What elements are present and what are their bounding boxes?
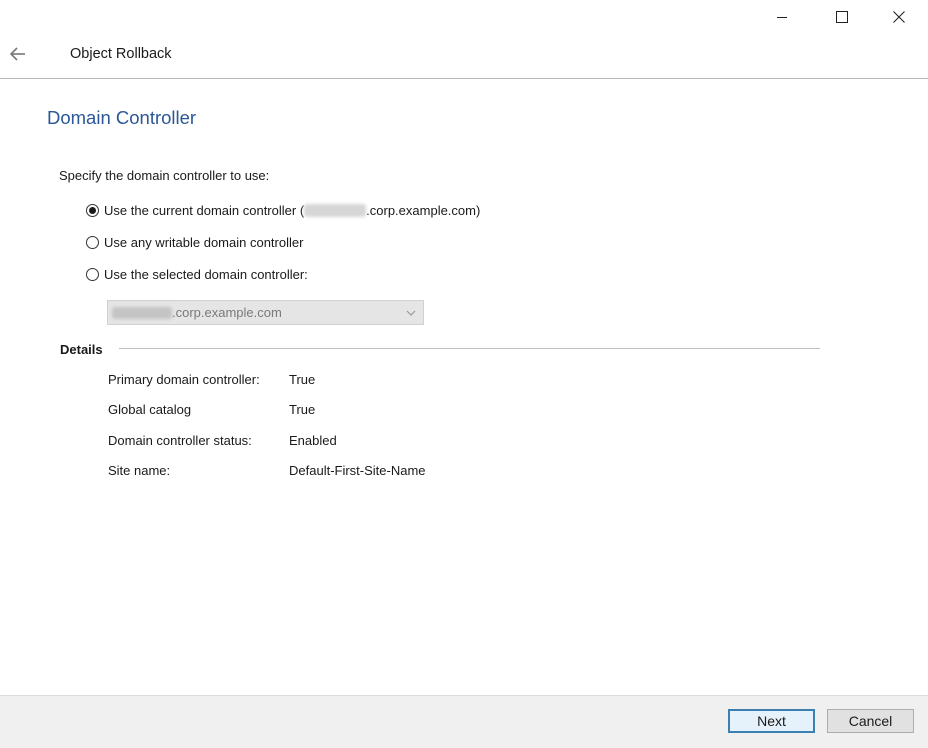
title-bar: [0, 0, 928, 34]
maximize-button[interactable]: [819, 0, 865, 34]
detail-value-site-name: Default-First-Site-Name: [289, 463, 426, 478]
wizard-footer: Next Cancel: [0, 695, 928, 748]
detail-label-dc-status: Domain controller status:: [108, 433, 252, 448]
app-title: Object Rollback: [70, 46, 172, 62]
radio-current-dc[interactable]: Use the current domain controller ( .cor…: [86, 201, 480, 219]
detail-value-primary-dc: True: [289, 372, 316, 387]
radio-button[interactable]: [86, 267, 99, 281]
detail-value-dc-status: Enabled: [289, 433, 337, 448]
dc-dropdown[interactable]: .corp.example.com: [107, 300, 424, 325]
next-button[interactable]: Next: [728, 709, 815, 733]
radio-selected-dc[interactable]: Use the selected domain controller:: [86, 265, 308, 283]
minimize-button[interactable]: [759, 0, 805, 34]
detail-label-global-catalog: Global catalog: [108, 402, 192, 417]
dc-prompt: Specify the domain controller to use:: [59, 168, 270, 183]
wizard-header: Object Rollback: [0, 34, 928, 79]
details-divider: [119, 348, 820, 349]
radio-label-suffix: .corp.example.com): [366, 202, 481, 218]
dc-dropdown-value: .corp.example.com: [172, 305, 282, 320]
detail-label-site-name: Site name:: [108, 463, 171, 478]
maximize-icon: [836, 11, 848, 23]
radio-button[interactable]: [86, 235, 99, 249]
chevron-down-icon: [406, 310, 416, 316]
close-icon: [893, 11, 905, 23]
radio-button-selected[interactable]: [86, 203, 99, 217]
minimize-icon: [777, 17, 787, 18]
redacted-hostname: [304, 203, 367, 217]
page-title: Domain Controller: [47, 107, 197, 128]
cancel-button[interactable]: Cancel: [827, 709, 914, 733]
back-button[interactable]: [6, 44, 30, 64]
radio-label: Use any writable domain controller: [104, 234, 304, 250]
details-heading: Details: [60, 342, 103, 357]
detail-value-global-catalog: True: [289, 402, 316, 417]
radio-label-prefix: Use the current domain controller (: [104, 202, 305, 218]
radio-label: Use the selected domain controller:: [104, 266, 308, 282]
radio-writable-dc[interactable]: Use any writable domain controller: [86, 233, 303, 251]
arrow-left-icon: [10, 47, 25, 61]
detail-label-primary-dc: Primary domain controller:: [108, 372, 260, 387]
close-button[interactable]: [876, 0, 922, 34]
redacted-hostname: [112, 306, 172, 319]
